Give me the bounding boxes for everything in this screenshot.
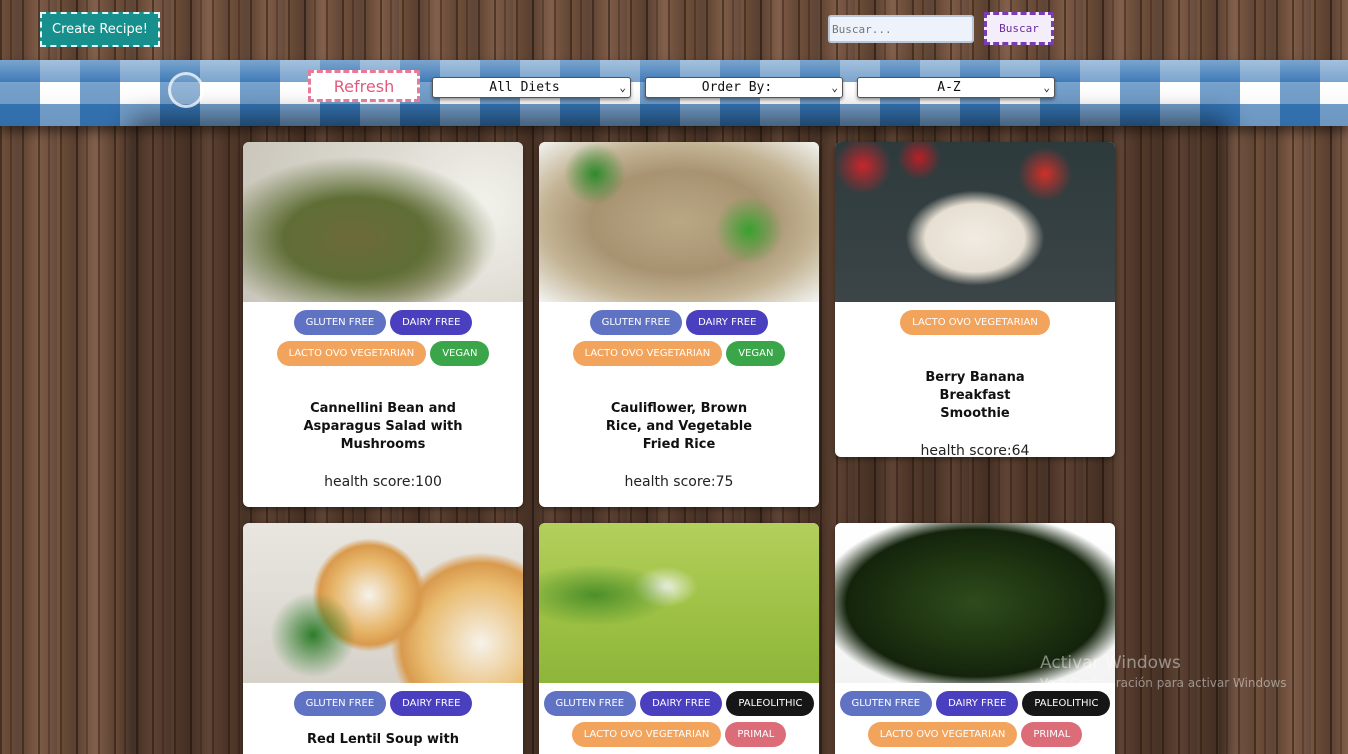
refresh-button[interactable]: Refresh (308, 70, 420, 102)
order-by-select[interactable]: Order By: ⌄ (645, 77, 843, 98)
recipe-image (539, 142, 819, 302)
recipe-title: Cauliflower, Brown Rice, and Vegetable F… (605, 401, 753, 452)
diet-tag: DAIRY FREE (686, 310, 769, 335)
diet-filter-select[interactable]: All Diets ⌄ (432, 77, 631, 98)
health-score: health score:75 (624, 474, 734, 490)
recipe-image (243, 523, 523, 683)
home-logo-icon[interactable] (168, 72, 204, 108)
sort-direction-select[interactable]: A-Z ⌄ (857, 77, 1055, 98)
recipe-card[interactable]: GLUTEN FREE DAIRY FREE Red Lentil Soup w… (243, 523, 523, 754)
recipe-image (835, 142, 1115, 302)
search-button[interactable]: Buscar (984, 12, 1054, 45)
recipe-card[interactable]: LACTO OVO VEGETARIAN Berry Banana Breakf… (835, 142, 1115, 457)
chevron-down-icon: ⌄ (1043, 81, 1050, 94)
diet-tag: GLUTEN FREE (543, 691, 637, 716)
diet-tag: PALEOLITHIC (726, 691, 815, 716)
recipe-image (243, 142, 523, 302)
search-input[interactable] (828, 15, 974, 43)
recipe-title: Berry Banana Breakfast Smoothie (925, 370, 1025, 421)
activation-watermark: Activar Windows Ve a Configuración para … (1040, 653, 1287, 693)
diet-tag: PRIMAL (725, 722, 787, 747)
chevron-down-icon: ⌄ (619, 81, 626, 94)
order-by-value: Order By: (701, 80, 773, 95)
diet-tag: DAIRY FREE (640, 691, 723, 716)
sort-direction-value: A-Z (937, 80, 961, 95)
diet-tag: LACTO OVO VEGETARIAN (900, 310, 1050, 335)
recipe-card[interactable]: GLUTEN FREE DAIRY FREE PALEOLITHIC LACTO… (539, 523, 819, 754)
watermark-subtitle: Ve a Configuración para activar Windows (1040, 676, 1287, 690)
diet-tag: LACTO OVO VEGETARIAN (572, 341, 723, 366)
diet-tag: PALEOLITHIC (1022, 691, 1111, 716)
health-score: health score:100 (324, 474, 442, 490)
diet-tags: GLUTEN FREE DAIRY FREE PALEOLITHIC LACTO… (539, 683, 819, 747)
recipe-card[interactable]: GLUTEN FREE DAIRY FREE LACTO OVO VEGETAR… (243, 142, 523, 507)
recipe-card[interactable]: GLUTEN FREE DAIRY FREE PALEOLITHIC LACTO… (835, 523, 1115, 754)
health-score: health score:64 (920, 443, 1030, 457)
recipe-card[interactable]: GLUTEN FREE DAIRY FREE LACTO OVO VEGETAR… (539, 142, 819, 507)
diet-tags: LACTO OVO VEGETARIAN (835, 302, 1115, 335)
recipe-title: Cannellini Bean and Asparagus Salad with… (303, 401, 463, 452)
diet-tag: LACTO OVO VEGETARIAN (867, 722, 1018, 747)
diet-tags: GLUTEN FREE DAIRY FREE LACTO OVO VEGETAR… (539, 302, 819, 366)
diet-tags: GLUTEN FREE DAIRY FREE LACTO OVO VEGETAR… (243, 302, 523, 366)
recipe-image (539, 523, 819, 683)
watermark-title: Activar Windows (1040, 653, 1181, 673)
diet-filter-value: All Diets (489, 80, 560, 95)
diet-tag: DAIRY FREE (936, 691, 1019, 716)
diet-tags: GLUTEN FREE DAIRY FREE (243, 683, 523, 716)
diet-tag: VEGAN (430, 341, 490, 366)
diet-tag: GLUTEN FREE (293, 310, 387, 335)
diet-tag: PRIMAL (1021, 722, 1083, 747)
diet-tag: GLUTEN FREE (589, 310, 683, 335)
diet-tag: GLUTEN FREE (293, 691, 387, 716)
diet-tag: LACTO OVO VEGETARIAN (276, 341, 427, 366)
recipe-title: Red Lentil Soup with (307, 732, 459, 747)
chevron-down-icon: ⌄ (831, 81, 838, 94)
diet-tag: DAIRY FREE (390, 310, 473, 335)
diet-tag: GLUTEN FREE (839, 691, 933, 716)
diet-tag: DAIRY FREE (390, 691, 473, 716)
create-recipe-button[interactable]: Create Recipe! (40, 12, 160, 47)
diet-tag: LACTO OVO VEGETARIAN (571, 722, 722, 747)
diet-tag: VEGAN (726, 341, 786, 366)
